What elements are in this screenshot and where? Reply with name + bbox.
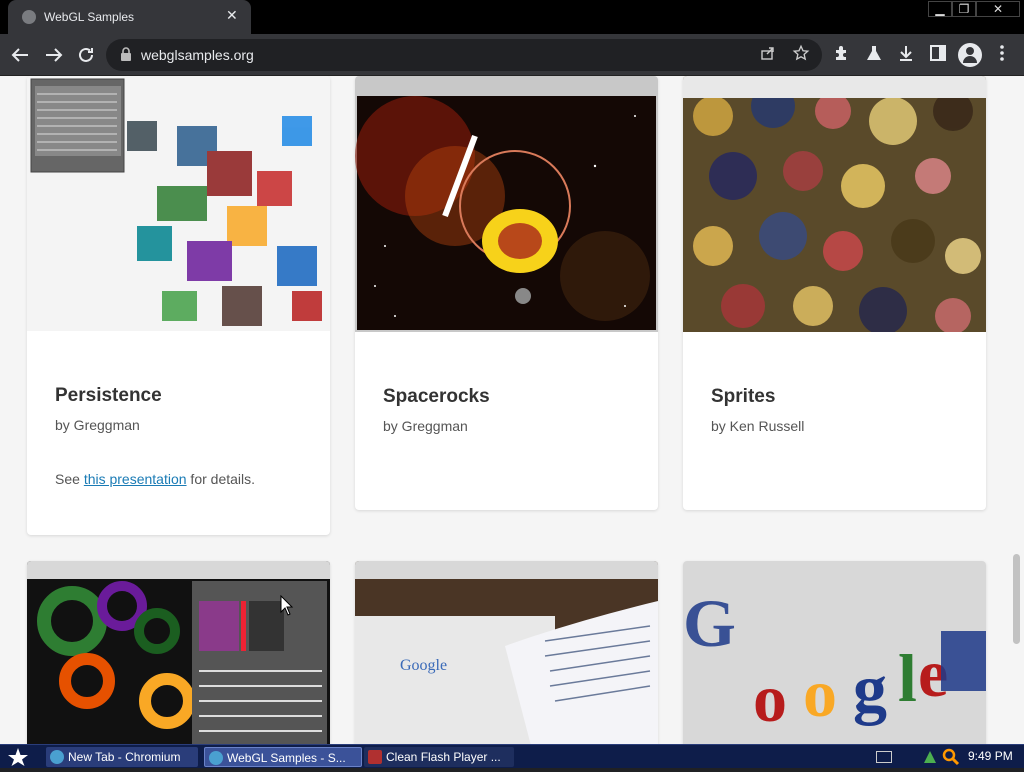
close-window-button[interactable]: ✕ — [976, 1, 1020, 17]
svg-text:G: G — [683, 585, 736, 661]
svg-text:o: o — [753, 660, 787, 736]
card-row2-2[interactable]: Google — [355, 561, 658, 744]
flash-icon — [368, 750, 382, 764]
scrollbar-thumb[interactable] — [1013, 554, 1020, 644]
taskbar-item-new-tab[interactable]: New Tab - Chromium — [46, 747, 198, 767]
menu-icon[interactable] — [990, 43, 1014, 67]
taskbar-clock[interactable]: 9:49 PM — [968, 749, 1013, 763]
card-title[interactable]: Spacerocks — [383, 386, 490, 408]
share-icon[interactable] — [760, 45, 776, 64]
tab-webgl-samples[interactable]: WebGL Samples ✕ — [8, 0, 251, 34]
svg-text:Google: Google — [400, 657, 447, 674]
taskbar-item-label: New Tab - Chromium — [68, 750, 181, 764]
google-particles-thumbnail[interactable]: G o o g l e — [683, 561, 986, 744]
sprites-thumbnail[interactable] — [683, 76, 986, 332]
minimize-button[interactable]: ▁ — [928, 1, 952, 17]
title-bar: WebGL Samples ✕ ▁ ❐ ✕ — [0, 0, 1024, 34]
svg-text:g: g — [853, 650, 887, 726]
card-persistence[interactable]: Persistence by Greggman See this present… — [27, 76, 330, 535]
card-row2-3[interactable]: G o o g l e — [683, 561, 986, 744]
download-icon[interactable] — [894, 43, 918, 67]
reload-icon[interactable] — [74, 43, 98, 67]
taskbar-item-label: WebGL Samples - S... — [227, 751, 346, 765]
presentation-link[interactable]: this presentation — [84, 471, 187, 487]
card-sprites[interactable]: Sprites by Ken Russell — [683, 76, 986, 510]
spacerocks-thumbnail[interactable] — [355, 76, 658, 332]
star-icon[interactable] — [792, 44, 810, 67]
card-row2-1[interactable] — [27, 561, 330, 744]
start-icon[interactable] — [4, 747, 32, 767]
search-icon[interactable] — [942, 748, 960, 766]
card-title[interactable]: Sprites — [711, 386, 775, 408]
card-author: by Ken Russell — [711, 418, 805, 434]
card-spacerocks[interactable]: Spacerocks by Greggman — [355, 76, 658, 510]
card-description: See this presentation for details. — [55, 471, 255, 487]
back-icon[interactable] — [8, 43, 32, 67]
address-bar[interactable]: webglsamples.org — [106, 39, 822, 71]
card-title[interactable]: Persistence — [55, 385, 162, 407]
taskbar: New Tab - Chromium WebGL Samples - S... … — [0, 744, 1024, 768]
keyboard-icon[interactable] — [876, 751, 892, 763]
tab-title: WebGL Samples — [44, 10, 135, 24]
color-picker-thumbnail[interactable] — [27, 561, 330, 744]
taskbar-item-webgl[interactable]: WebGL Samples - S... — [204, 747, 362, 767]
mouse-cursor-icon — [280, 595, 294, 616]
browser-toolbar: webglsamples.org — [0, 34, 1024, 76]
taskbar-item-label: Clean Flash Player ... — [386, 750, 501, 764]
desc-suffix: for details. — [186, 471, 256, 487]
chromium-icon — [209, 751, 223, 765]
sidepanel-icon[interactable] — [926, 43, 950, 67]
svg-text:o: o — [803, 655, 837, 731]
page-content: Persistence by Greggman See this present… — [0, 76, 1024, 744]
lock-icon[interactable] — [120, 47, 132, 64]
network-icon[interactable] — [922, 749, 938, 765]
page-curl-thumbnail[interactable]: Google — [355, 561, 658, 744]
desc-prefix: See — [55, 471, 84, 487]
chromium-icon — [50, 750, 64, 764]
taskbar-item-flash[interactable]: Clean Flash Player ... — [364, 747, 514, 767]
globe-icon — [22, 10, 36, 24]
url-text[interactable]: webglsamples.org — [141, 47, 254, 63]
card-author: by Greggman — [55, 417, 140, 433]
svg-text:l: l — [898, 640, 917, 716]
card-author: by Greggman — [383, 418, 468, 434]
tab-close-button[interactable]: ✕ — [226, 7, 238, 24]
restore-button[interactable]: ❐ — [952, 1, 976, 17]
extensions-icon[interactable] — [830, 43, 854, 67]
forward-icon[interactable] — [42, 43, 66, 67]
persistence-thumbnail[interactable] — [27, 76, 330, 331]
profile-icon[interactable] — [958, 43, 982, 67]
labs-icon[interactable] — [862, 43, 886, 67]
